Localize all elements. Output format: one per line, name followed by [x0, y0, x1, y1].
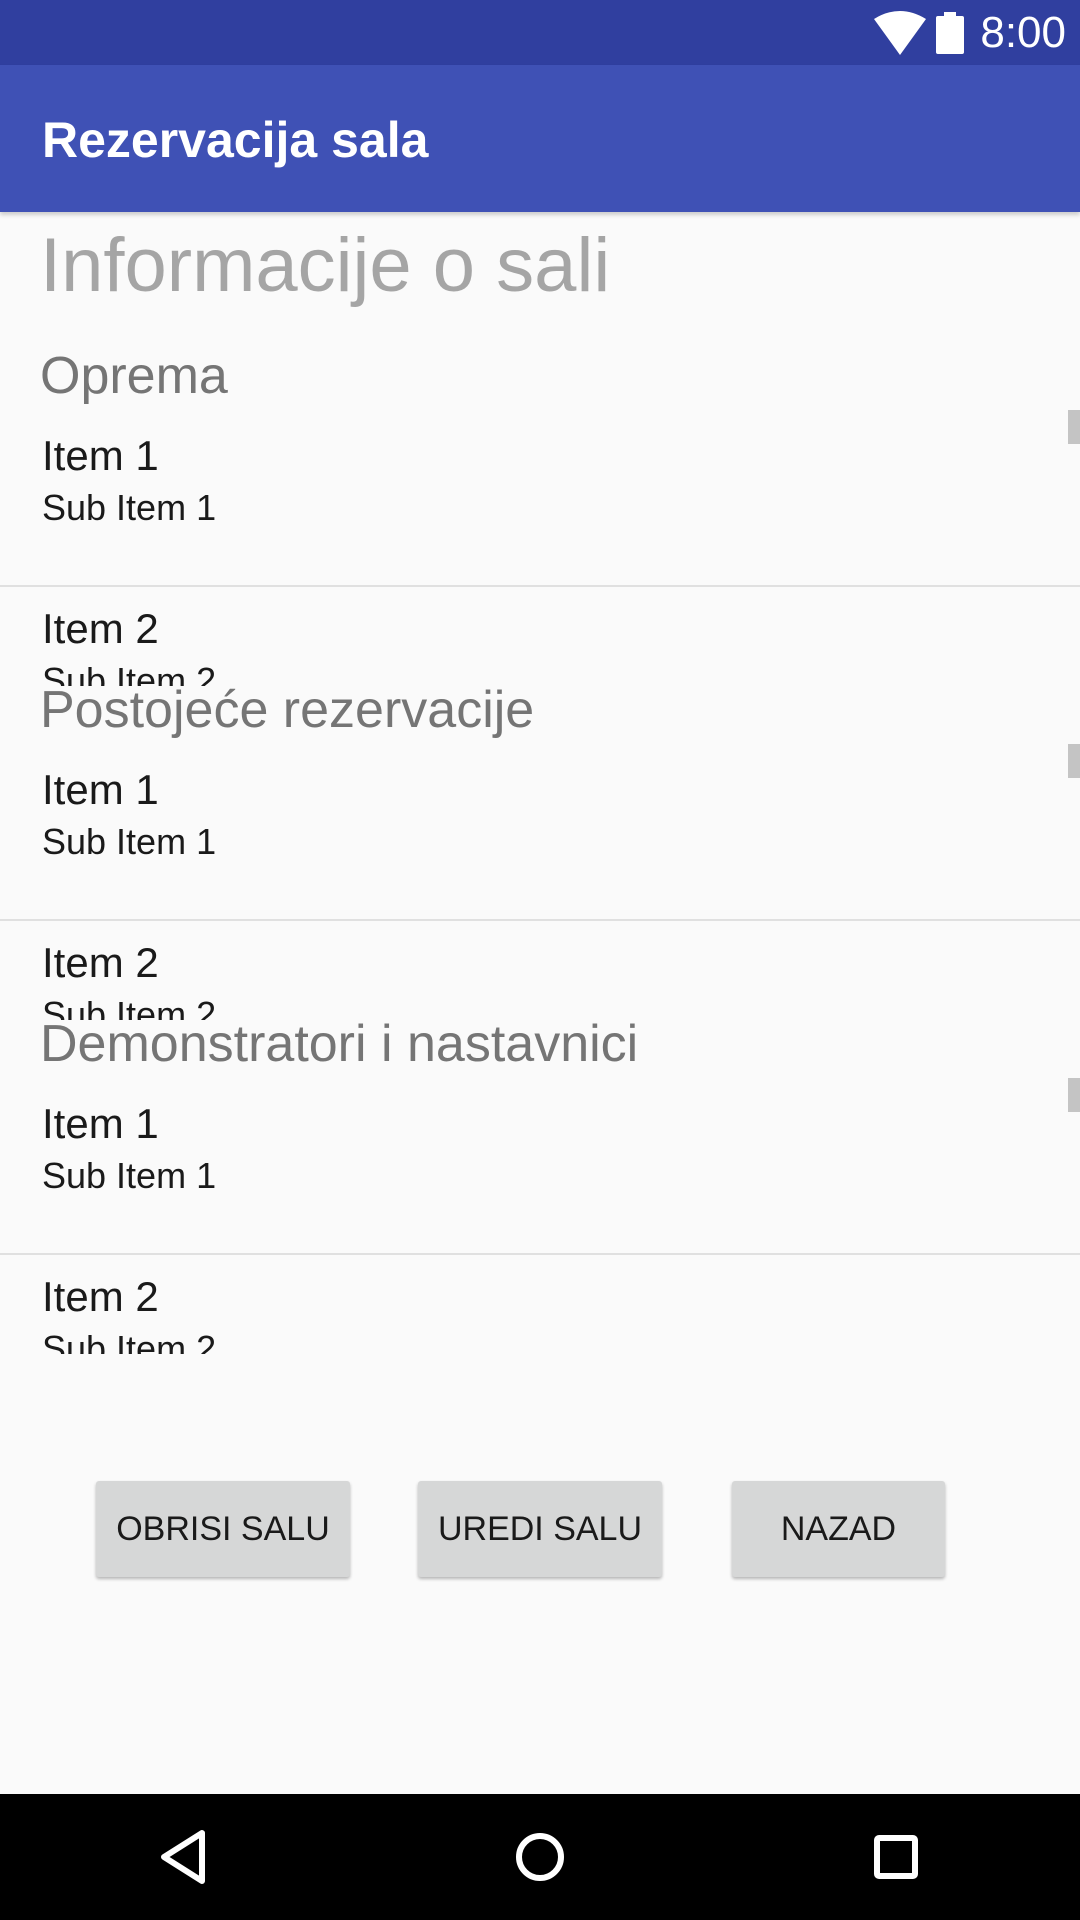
list-item[interactable]: Item 2 Sub Item 2: [0, 921, 1080, 1020]
item-title: Item 2: [42, 605, 159, 652]
item-title: Item 2: [42, 939, 159, 986]
action-buttons: OBRISI SALU UREDI SALU NAZAD: [0, 1481, 1080, 1581]
section-title-reservations: Postojeće rezervacije: [40, 681, 535, 739]
battery-icon: [936, 11, 965, 54]
scrollbar-thumb[interactable]: [1068, 1078, 1080, 1112]
home-icon[interactable]: [502, 1819, 578, 1895]
staff-list[interactable]: Item 1 Sub Item 1 Item 2 Sub Item 2: [0, 1082, 1080, 1354]
item-subtitle: Sub Item 2: [42, 1328, 217, 1354]
app-bar: Rezervacija sala: [0, 65, 1080, 212]
app-title: Rezervacija sala: [42, 112, 429, 168]
room-info-heading: Informacije o sali: [40, 223, 611, 308]
recents-icon[interactable]: [858, 1819, 934, 1895]
navigation-bar: [0, 1794, 1080, 1920]
item-subtitle: Sub Item 1: [42, 1155, 217, 1196]
equipment-section: Oprema Item 1 Sub Item 1 Item 2 Sub Item…: [0, 346, 1080, 686]
item-title: Item 1: [42, 1100, 159, 1147]
staff-section: Demonstratori i nastavnici Item 1 Sub It…: [0, 1014, 1080, 1354]
clock: 8:00: [980, 8, 1066, 57]
scrollbar-thumb[interactable]: [1068, 744, 1080, 778]
status-icons: 8:00: [874, 0, 1066, 65]
back-icon[interactable]: [146, 1819, 222, 1895]
section-title-staff: Demonstratori i nastavnici: [40, 1015, 639, 1073]
list-item[interactable]: Item 2 Sub Item 2: [0, 587, 1080, 686]
item-subtitle: Sub Item 1: [42, 487, 217, 528]
reservations-list[interactable]: Item 1 Sub Item 1 Item 2 Sub Item 2: [0, 748, 1080, 1020]
list-item[interactable]: Item 2 Sub Item 2: [0, 1255, 1080, 1354]
section-title-equipment: Oprema: [40, 347, 228, 405]
status-bar: 8:00: [0, 0, 1080, 65]
list-item[interactable]: Item 1 Sub Item 1: [0, 748, 1080, 921]
item-title: Item 1: [42, 766, 159, 813]
equipment-list[interactable]: Item 1 Sub Item 1 Item 2 Sub Item 2: [0, 414, 1080, 686]
wifi-icon: [874, 10, 927, 55]
scrollbar-thumb[interactable]: [1068, 410, 1080, 444]
list-item[interactable]: Item 1 Sub Item 1: [0, 1082, 1080, 1255]
item-subtitle: Sub Item 1: [42, 821, 217, 862]
edit-room-button[interactable]: UREDI SALU: [418, 1481, 662, 1577]
back-button[interactable]: NAZAD: [732, 1481, 945, 1577]
item-title: Item 1: [42, 432, 159, 479]
list-item[interactable]: Item 1 Sub Item 1: [0, 414, 1080, 587]
item-title: Item 2: [42, 1273, 159, 1320]
delete-room-button[interactable]: OBRISI SALU: [96, 1481, 350, 1577]
reservations-section: Postojeće rezervacije Item 1 Sub Item 1 …: [0, 680, 1080, 1020]
